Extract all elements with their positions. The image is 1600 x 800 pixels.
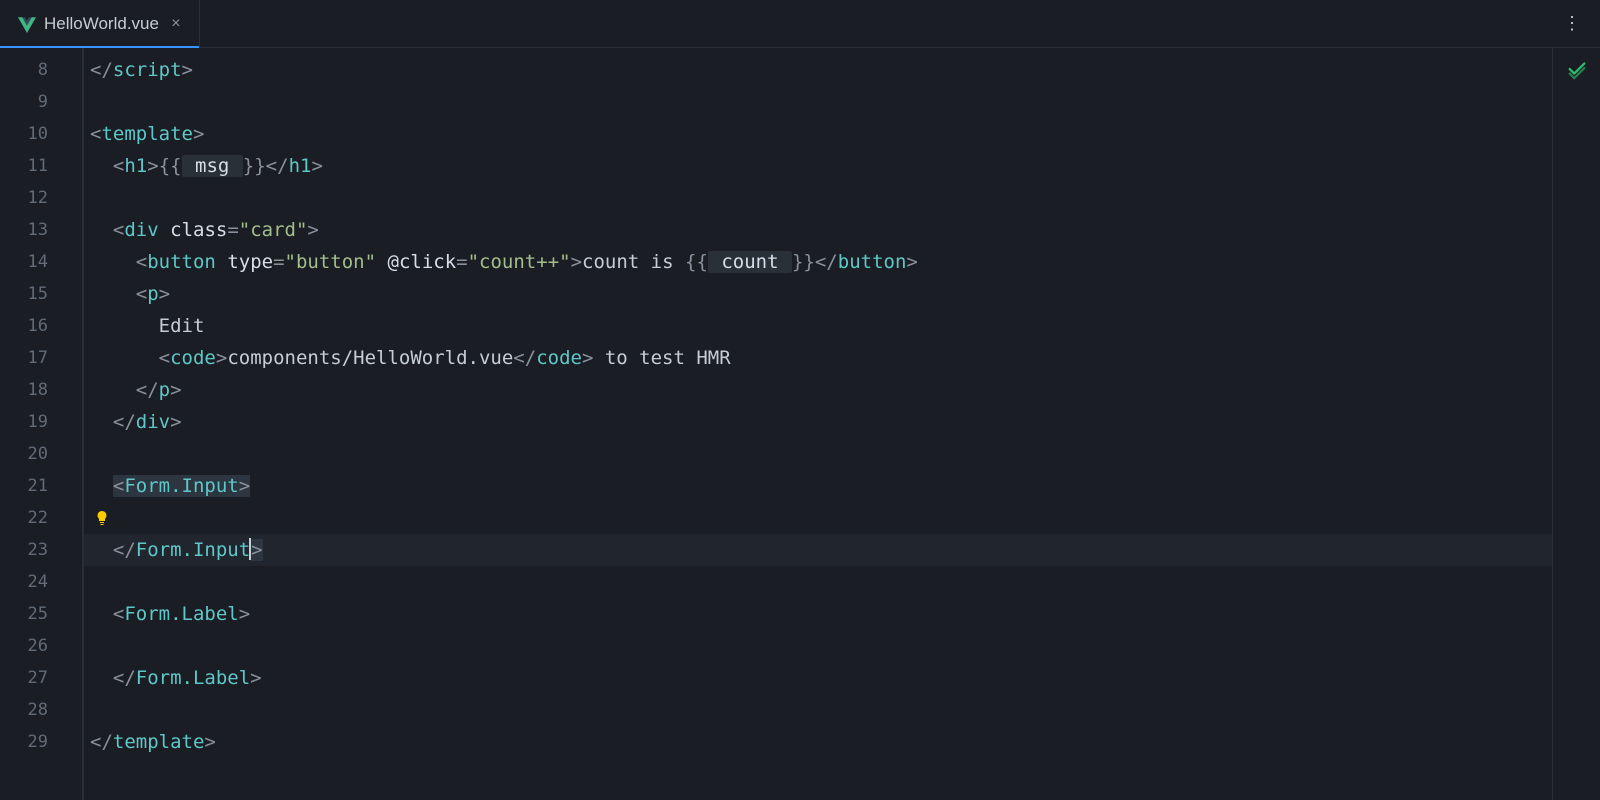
code-line[interactable]: <div class="card"> (84, 214, 1552, 246)
line-number: 11 (0, 150, 70, 182)
line-number: 8 (0, 54, 70, 86)
code-line[interactable]: </div> (84, 406, 1552, 438)
close-tab-icon[interactable]: × (167, 15, 185, 33)
line-number: 21 (0, 470, 70, 502)
line-number: 12 (0, 182, 70, 214)
code-line[interactable]: <Form.Input> (84, 470, 1552, 502)
more-menu-icon[interactable]: ⋮ (1563, 13, 1600, 34)
line-number: 13 (0, 214, 70, 246)
right-rail (1552, 48, 1600, 800)
line-number: 25 (0, 598, 70, 630)
line-number: 19 (0, 406, 70, 438)
line-number: 16 (0, 310, 70, 342)
code-line[interactable] (84, 86, 1552, 118)
vue-file-icon (18, 15, 36, 33)
line-number: 17 (0, 342, 70, 374)
line-number: 23 (0, 534, 70, 566)
code-line[interactable]: <Form.Label> (84, 598, 1552, 630)
line-number: 26 (0, 630, 70, 662)
code-line[interactable]: </p> (84, 374, 1552, 406)
code-line[interactable]: <code>components/HelloWorld.vue</code> t… (84, 342, 1552, 374)
problems-ok-icon[interactable] (1566, 58, 1588, 80)
line-number: 27 (0, 662, 70, 694)
tab-helloworld[interactable]: HelloWorld.vue × (0, 0, 200, 47)
line-number-gutter: 8 9 10 11 12 13 14 15 16 17 18 19 20 21 … (0, 48, 70, 800)
line-number: 9 (0, 86, 70, 118)
line-number: 14 (0, 246, 70, 278)
code-line[interactable] (84, 502, 1552, 534)
line-number: 22 (0, 502, 70, 534)
code-line[interactable] (84, 438, 1552, 470)
app-chrome: HelloWorld.vue × ⋮ 8 9 10 11 12 13 14 15… (0, 0, 1600, 800)
tab-filename: HelloWorld.vue (44, 14, 159, 34)
code-line[interactable]: <template> (84, 118, 1552, 150)
code-line[interactable] (84, 182, 1552, 214)
code-line-active[interactable]: </Form.Input> (84, 534, 1552, 566)
code-line[interactable] (84, 694, 1552, 726)
editor: 8 9 10 11 12 13 14 15 16 17 18 19 20 21 … (0, 48, 1600, 800)
code-area[interactable]: </script> <template> <h1>{{ msg }}</h1> … (82, 48, 1552, 800)
line-number: 29 (0, 726, 70, 758)
line-number: 18 (0, 374, 70, 406)
tab-bar: HelloWorld.vue × ⋮ (0, 0, 1600, 48)
line-number: 20 (0, 438, 70, 470)
code-line[interactable]: </Form.Label> (84, 662, 1552, 694)
line-number: 15 (0, 278, 70, 310)
code-line[interactable]: </template> (84, 726, 1552, 758)
code-line[interactable] (84, 630, 1552, 662)
code-line[interactable] (84, 566, 1552, 598)
line-number: 28 (0, 694, 70, 726)
code-line[interactable]: Edit (84, 310, 1552, 342)
code-line[interactable]: <p> (84, 278, 1552, 310)
code-line[interactable]: </script> (84, 54, 1552, 86)
tabs: HelloWorld.vue × (0, 0, 200, 47)
line-number: 24 (0, 566, 70, 598)
code-line[interactable]: <button type="button" @click="count++">c… (84, 246, 1552, 278)
code-line[interactable]: <h1>{{ msg }}</h1> (84, 150, 1552, 182)
lightbulb-icon[interactable] (94, 510, 110, 526)
line-number: 10 (0, 118, 70, 150)
